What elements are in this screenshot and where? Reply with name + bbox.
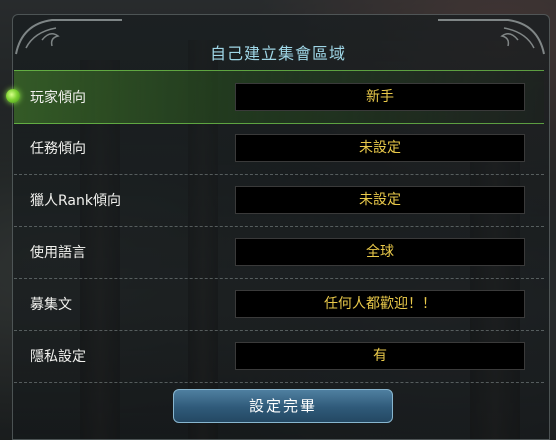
row-label: 玩家傾向 [30, 90, 86, 106]
language-value[interactable]: 全球 [235, 238, 525, 266]
row-quest-tendency[interactable]: 任務傾向 未設定 [14, 122, 544, 175]
quest-tendency-value[interactable]: 未設定 [235, 134, 525, 162]
row-label: 募集文 [30, 297, 72, 313]
row-label: 隱私設定 [30, 349, 86, 365]
row-privacy-setting[interactable]: 隱私設定 有 [14, 330, 544, 383]
row-recruit-message[interactable]: 募集文 任何人都歡迎！！ [14, 278, 544, 331]
privacy-setting-value[interactable]: 有 [235, 342, 525, 370]
recruit-message-value[interactable]: 任何人都歡迎！！ [235, 290, 525, 318]
player-tendency-value[interactable]: 新手 [235, 83, 525, 111]
row-hunter-rank-tendency[interactable]: 獵人Rank傾向 未設定 [14, 174, 544, 227]
row-label: 任務傾向 [30, 141, 86, 157]
selection-indicator-icon [6, 89, 20, 103]
confirm-settings-button[interactable]: 設定完畢 [173, 389, 393, 423]
dialog-title: 自己建立集會區域 [209, 44, 346, 63]
row-player-tendency[interactable]: 玩家傾向 新手 [6, 70, 544, 124]
row-language[interactable]: 使用語言 全球 [14, 226, 544, 279]
hunter-rank-tendency-value[interactable]: 未設定 [235, 186, 525, 214]
row-label: 使用語言 [30, 245, 86, 261]
row-label: 獵人Rank傾向 [30, 193, 121, 209]
